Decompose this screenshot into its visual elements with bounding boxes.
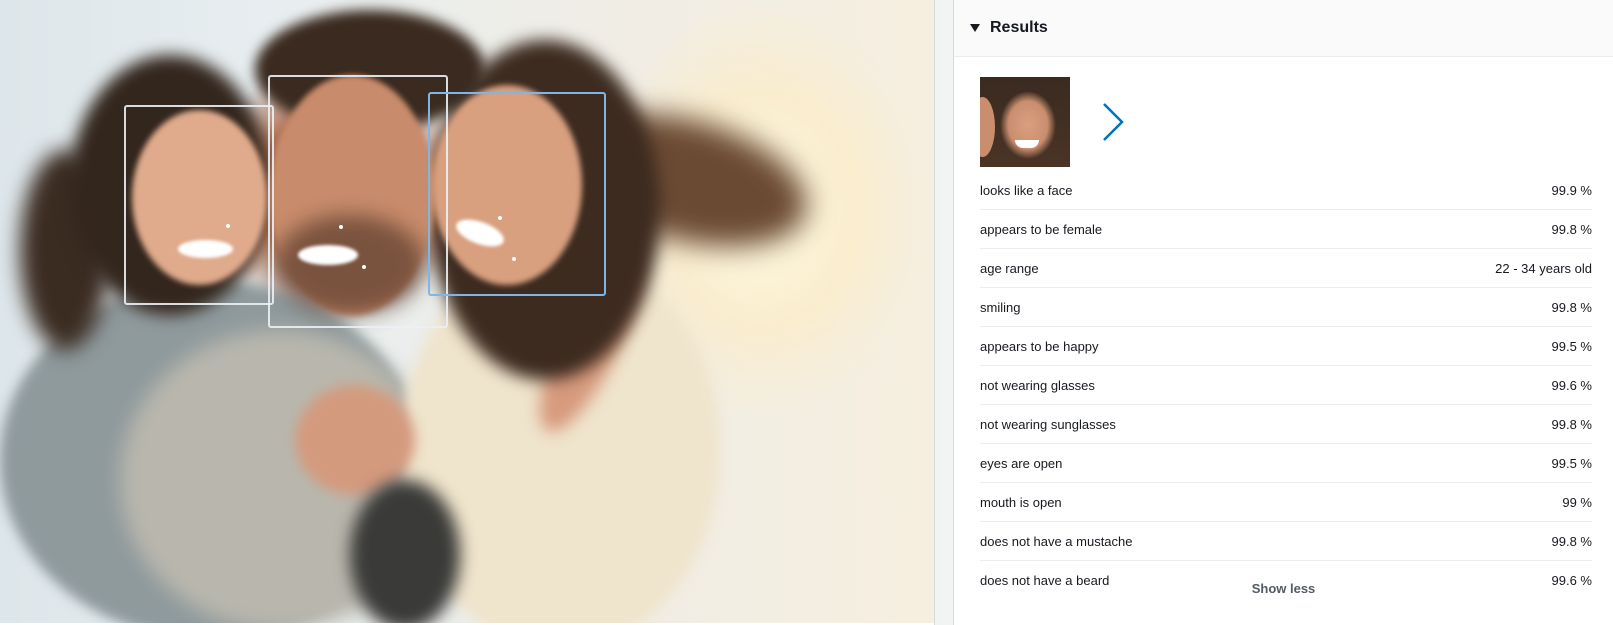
face-selector [980, 77, 1128, 167]
caret-down-icon[interactable] [970, 24, 980, 32]
show-less-link[interactable]: Show less [954, 581, 1613, 596]
attribute-row: appears to be happy 99.5 % [980, 327, 1592, 366]
attribute-row: not wearing sunglasses 99.8 % [980, 405, 1592, 444]
attribute-label: appears to be female [980, 221, 1103, 237]
selected-face-thumbnail[interactable] [980, 77, 1070, 167]
attribute-value: 99.8 % [1551, 533, 1592, 549]
landmark-mouth-left-woman [464, 221, 468, 225]
landmark-nose-woman [498, 216, 502, 220]
face-box-girl[interactable] [124, 105, 274, 305]
results-title: Results [990, 19, 1048, 36]
attribute-label: eyes are open [980, 455, 1063, 471]
results-header[interactable]: Results [954, 0, 1613, 57]
landmark-mouth-right-woman [512, 257, 516, 261]
attribute-value: 99.5 % [1551, 455, 1592, 471]
analyzed-photo [0, 0, 934, 623]
attribute-row: looks like a face 99.9 % [980, 171, 1592, 210]
attribute-label: mouth is open [980, 494, 1062, 510]
attribute-label: not wearing sunglasses [980, 416, 1116, 432]
attribute-value: 22 - 34 years old [1495, 260, 1592, 276]
attribute-value: 99.8 % [1551, 299, 1592, 315]
attribute-value: 99.5 % [1551, 338, 1592, 354]
attribute-label: does not have a mustache [980, 533, 1133, 549]
chevron-right-icon[interactable] [1098, 100, 1128, 144]
attribute-label: looks like a face [980, 182, 1073, 198]
results-panel: Results looks like a face 99.9 % appears… [954, 0, 1613, 625]
landmark-nose-man [339, 225, 343, 229]
panel-divider[interactable] [934, 0, 954, 625]
attributes-list: looks like a face 99.9 % appears to be f… [980, 171, 1592, 599]
attribute-value: 99.6 % [1551, 377, 1592, 393]
attribute-label: appears to be happy [980, 338, 1099, 354]
attribute-row: mouth is open 99 % [980, 483, 1592, 522]
attribute-value: 99.9 % [1551, 182, 1592, 198]
attribute-row: appears to be female 99.8 % [980, 210, 1592, 249]
attribute-row: does not have a mustache 99.8 % [980, 522, 1592, 561]
landmark-mouth-man [362, 265, 366, 269]
attribute-label: not wearing glasses [980, 377, 1095, 393]
attribute-label: age range [980, 260, 1039, 276]
attribute-row: smiling 99.8 % [980, 288, 1592, 327]
attribute-value: 99.8 % [1551, 416, 1592, 432]
face-box-man[interactable] [268, 75, 448, 328]
attribute-label: smiling [980, 299, 1021, 315]
attribute-row: age range 22 - 34 years old [980, 249, 1592, 288]
attribute-value: 99 % [1562, 494, 1592, 510]
attribute-row: eyes are open 99.5 % [980, 444, 1592, 483]
face-box-woman[interactable] [428, 92, 606, 296]
landmark-nose-girl [226, 224, 230, 228]
attribute-value: 99.8 % [1551, 221, 1592, 237]
attribute-row: not wearing glasses 99.6 % [980, 366, 1592, 405]
